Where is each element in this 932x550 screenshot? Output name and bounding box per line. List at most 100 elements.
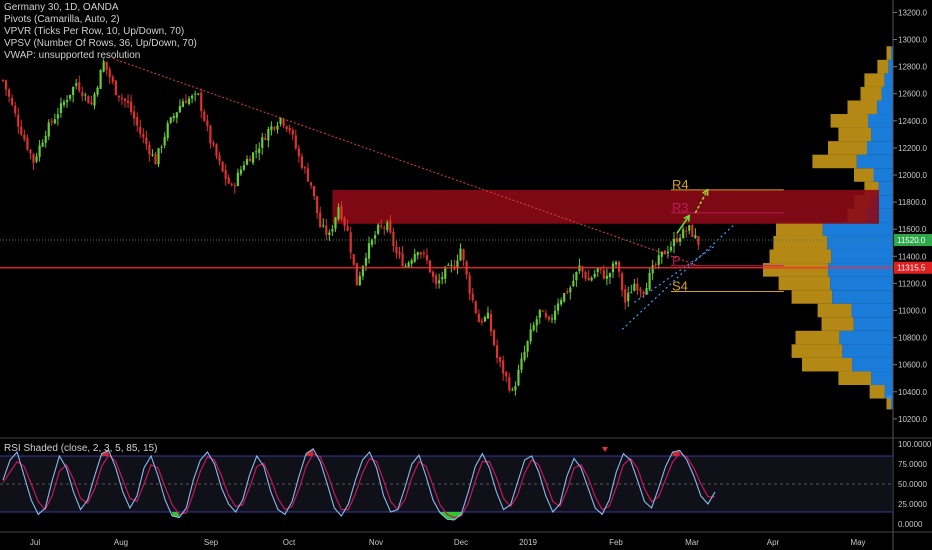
candle-down [273, 127, 276, 129]
resistance-zone [332, 189, 879, 224]
candle-down [547, 316, 551, 320]
candle-up [538, 309, 541, 318]
time-tick-label: Aug [114, 538, 128, 547]
candle-down [111, 76, 114, 82]
candle-up [483, 317, 486, 322]
candle-down [462, 249, 465, 260]
candle-down [477, 313, 480, 323]
volume-profile-bar-down [822, 222, 893, 236]
candle-up [630, 292, 633, 294]
volume-profile-bar-up [847, 100, 878, 115]
vwap-indicator-label[interactable]: VWAP: unsupported resolution [4, 50, 197, 62]
pivots-indicator-label[interactable]: Pivots (Camarilla, Auto, 2) [4, 14, 197, 26]
price-tick-label: 12800.0 [898, 63, 927, 72]
volume-profile-bar-down [871, 127, 893, 142]
candle-up [560, 300, 563, 305]
candle-down [395, 246, 398, 253]
chart-legend: Germany 30, 1D, OANDA Pivots (Camarilla,… [4, 2, 197, 62]
pivot-label-r4: R4 [672, 177, 689, 192]
volume-profile-bar-up [838, 371, 872, 385]
price-tick-label: 11800.0 [898, 198, 927, 207]
candle-up [62, 101, 66, 105]
symbol-title[interactable]: Germany 30, 1D, OANDA [4, 2, 197, 14]
price-tick-label: 11000.0 [898, 306, 927, 315]
candle-down [392, 231, 395, 247]
candle-down [544, 313, 547, 318]
candle-up [181, 101, 185, 107]
price-tick-label: 11200.0 [898, 279, 927, 288]
candle-down [184, 100, 188, 104]
candle-down [468, 275, 471, 294]
candle-up [593, 273, 596, 278]
volume-profile-bar-down [878, 181, 893, 196]
candle-up [59, 103, 63, 114]
candle-up [450, 264, 453, 266]
candle-up [523, 351, 526, 360]
volume-profile-bar-down [868, 114, 893, 128]
candle-down [343, 217, 346, 226]
candle-up [517, 369, 520, 386]
candle-down [230, 184, 233, 186]
pivot-label-r3: R3 [672, 200, 689, 215]
rsi-indicator-label[interactable]: RSI Shaded (close, 2, 3, 5, 85, 15) [4, 443, 157, 454]
time-axis[interactable]: Jul Aug Sep Oct Nov Dec 2019 Feb Mar Apr May [0, 531, 932, 547]
candle-down [264, 137, 267, 140]
candle-down [505, 372, 508, 377]
candle-down [383, 227, 386, 229]
candle-up [151, 154, 154, 156]
candle-down [474, 301, 477, 313]
candle-down [227, 177, 230, 184]
support-level-badge-label: 11315.5 [897, 264, 926, 273]
candle-down [139, 126, 142, 134]
candle-down [8, 89, 11, 97]
candle-up [187, 98, 191, 104]
vpsv-indicator-label[interactable]: VPSV (Number Of Rows, 36, Up/Down, 70) [4, 38, 197, 50]
candle-down [401, 253, 404, 267]
chart-root[interactable]: R4 R3 P S4 10200.0 10400.0 10600.0 10800.0 1100… [0, 0, 932, 550]
candle-up [627, 292, 630, 302]
candle-down [624, 289, 627, 303]
candle-up [682, 229, 685, 239]
candle-down [492, 330, 496, 346]
candle-down [215, 144, 218, 157]
vpvr-indicator-label[interactable]: VPVR (Ticks Per Row, 10, Up/Down, 70) [4, 26, 197, 38]
volume-profile-bar-up [773, 235, 828, 250]
candle-up [605, 275, 608, 279]
time-tick-label: Mar [685, 538, 699, 547]
rsi-tick-label: 100.0000 [898, 440, 932, 449]
candle-down [206, 120, 209, 126]
candle-down [148, 144, 151, 155]
candle-down [297, 148, 300, 157]
candle-up [197, 93, 200, 95]
candle-up [69, 94, 72, 99]
candle-up [526, 341, 529, 352]
candle-up [438, 280, 441, 284]
candle-up [596, 268, 599, 273]
candle-up [175, 112, 178, 118]
rsi-tick-label: 25.0000 [898, 500, 927, 509]
candle-up [374, 235, 377, 239]
pivot-label-p: P [672, 253, 681, 268]
candle-down [352, 254, 355, 265]
time-tick-label: 2019 [519, 538, 537, 547]
candle-up [56, 114, 59, 119]
candle-up [270, 126, 273, 131]
candle-down [294, 135, 297, 149]
volume-profile-bar-up [791, 290, 833, 304]
candle-down [587, 277, 590, 281]
candle-down [642, 291, 645, 295]
candlestick-series [1, 58, 700, 396]
candle-up [444, 266, 447, 279]
volume-profile-bar-up [886, 46, 892, 60]
candle-down [675, 238, 679, 243]
candle-up [694, 235, 697, 238]
candle-down [32, 153, 35, 163]
candle-up [511, 389, 514, 391]
chart-canvas[interactable]: R4 R3 P S4 10200.0 10400.0 10600.0 10800.0 1100… [0, 0, 932, 550]
candle-down [618, 261, 621, 272]
candle-up [276, 125, 279, 130]
candle-down [203, 111, 206, 121]
candle-up [41, 142, 44, 147]
candle-down [20, 126, 23, 135]
candle-up [334, 217, 337, 229]
